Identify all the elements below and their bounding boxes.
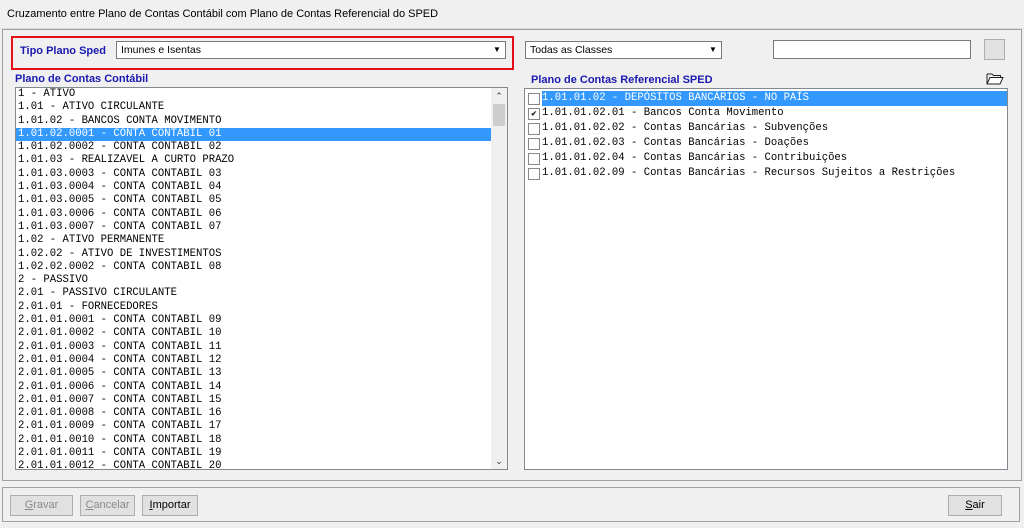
list-item[interactable]: 1.01.01.02.04 - Contas Bancárias - Contr…: [525, 151, 1007, 166]
gravar-label: ravar: [33, 499, 59, 511]
item-label: 1.01.01.02 - DEPÓSITOS BANCÁRIOS - NO PA…: [542, 91, 1007, 106]
item-label: 1.01.01.02.03 - Contas Bancárias - Doaçõ…: [542, 137, 810, 149]
checkbox[interactable]: [528, 167, 540, 180]
importar-label: mportar: [152, 499, 191, 511]
checkbox[interactable]: [528, 92, 540, 105]
list-item[interactable]: 2.01 - PASSIVO CIRCULANTE: [16, 287, 507, 300]
list-item[interactable]: 1.01.01.02 - DEPÓSITOS BANCÁRIOS - NO PA…: [525, 91, 1007, 106]
list-item[interactable]: 1.01.03.0006 - CONTA CONTABIL 06: [16, 208, 507, 221]
right-sped-rows: 1.01.01.02 - DEPÓSITOS BANCÁRIOS - NO PA…: [525, 89, 1007, 181]
list-item[interactable]: 1.01.02.0001 - CONTA CONTABIL 01: [16, 127, 507, 142]
list-item[interactable]: 1.01.01.02.03 - Contas Bancárias - Doaçõ…: [525, 136, 1007, 151]
chevron-down-icon[interactable]: ▼: [706, 43, 720, 57]
list-item[interactable]: 1.02.02 - ATIVO DE INVESTIMENTOS: [16, 248, 507, 261]
right-sped-list[interactable]: 1.01.01.02 - DEPÓSITOS BANCÁRIOS - NO PA…: [524, 88, 1008, 470]
list-item[interactable]: 2 - PASSIVO: [16, 274, 507, 287]
window-title: Cruzamento entre Plano de Contas Contábi…: [7, 8, 439, 20]
list-item[interactable]: 2.01.01.0008 - CONTA CONTABIL 16: [16, 407, 507, 420]
sair-label: air: [972, 499, 985, 511]
sair-accel: S: [965, 499, 973, 511]
left-accounts-list[interactable]: 1 - ATIVO 1.01 - ATIVO CIRCULANTE 1.01.02 …: [15, 87, 508, 470]
list-item[interactable]: 2.01.01.0010 - CONTA CONTABIL 18: [16, 434, 507, 447]
list-item[interactable]: 1.01.03.0005 - CONTA CONTABIL 05: [16, 194, 507, 207]
list-item[interactable]: 2.01.01.0011 - CONTA CONTABIL 19: [16, 447, 507, 460]
scroll-down-icon[interactable]: ⌄: [491, 453, 507, 469]
list-item[interactable]: 1.01.03.0004 - CONTA CONTABIL 04: [16, 181, 507, 194]
tipo-plano-label: Tipo Plano Sped: [20, 45, 106, 57]
search-button[interactable]: [984, 39, 1005, 60]
chevron-down-icon[interactable]: ▼: [490, 43, 504, 57]
list-item[interactable]: 2.01.01.0005 - CONTA CONTABIL 13: [16, 367, 507, 380]
list-item[interactable]: 2.01.01.0004 - CONTA CONTABIL 12: [16, 354, 507, 367]
cancelar-button[interactable]: Cancelar: [80, 495, 135, 516]
list-item[interactable]: 2.01.01.0007 - CONTA CONTABIL 15: [16, 394, 507, 407]
classes-select[interactable]: Todas as Classes ▼: [525, 41, 722, 59]
item-label: 1.01.01.02.02 - Contas Bancárias - Subve…: [542, 122, 829, 134]
item-label: 1.01.01.02.04 - Contas Bancárias - Contr…: [542, 152, 848, 164]
list-item[interactable]: 1.01.03 - REALIZAVEL A CURTO PRAZO: [16, 154, 507, 167]
list-item[interactable]: 1.01.01.02.02 - Contas Bancárias - Subve…: [525, 121, 1007, 136]
list-item[interactable]: 2.01.01.0009 - CONTA CONTABIL 17: [16, 420, 507, 433]
list-item[interactable]: 1.01.01.02.09 - Contas Bancárias - Recur…: [525, 166, 1007, 181]
left-accounts-rows: 1 - ATIVO 1.01 - ATIVO CIRCULANTE 1.01.02 …: [16, 88, 507, 469]
list-item[interactable]: ✔ 1.01.01.02.01 - Bancos Conta Movimento: [525, 106, 1007, 121]
cancelar-label: ancelar: [93, 499, 130, 511]
checkbox[interactable]: [528, 137, 540, 150]
sair-button[interactable]: Sair: [948, 495, 1002, 516]
checkbox[interactable]: ✔: [528, 107, 540, 120]
list-item[interactable]: 2.01.01.0001 - CONTA CONTABIL 09: [16, 314, 507, 327]
list-item[interactable]: 2.01.01 - FORNECEDORES: [16, 301, 507, 314]
search-input[interactable]: [773, 40, 971, 59]
list-item[interactable]: 1.01.02.0002 - CONTA CONTABIL 02: [16, 141, 507, 154]
right-list-header: Plano de Contas Referencial SPED: [531, 74, 713, 86]
classes-value: Todas as Classes: [530, 44, 613, 56]
list-item[interactable]: 1.02 - ATIVO PERMANENTE: [16, 234, 507, 247]
item-label: 1.01.01.02.09 - Contas Bancárias - Recur…: [542, 167, 956, 179]
checkbox[interactable]: [528, 122, 540, 135]
list-item[interactable]: 1.01.03.0003 - CONTA CONTABIL 03: [16, 168, 507, 181]
importar-button[interactable]: Importar: [142, 495, 198, 516]
list-item[interactable]: 1.02.02.0002 - CONTA CONTABIL 08: [16, 261, 507, 274]
open-folder-icon[interactable]: [986, 72, 1004, 86]
item-label: 1.01.01.02.01 - Bancos Conta Movimento: [542, 107, 784, 119]
list-item[interactable]: 2.01.01.0002 - CONTA CONTABIL 10: [16, 327, 507, 340]
gravar-button[interactable]: Gravar: [10, 495, 73, 516]
tipo-plano-value: Imunes e Isentas: [121, 44, 201, 56]
list-item[interactable]: 2.01.01.0003 - CONTA CONTABIL 11: [16, 341, 507, 354]
list-item[interactable]: 1.01.02 - BANCOS CONTA MOVIMENTO: [16, 115, 507, 128]
list-item[interactable]: 2.01.01.0012 - CONTA CONTABIL 20: [16, 460, 507, 469]
vertical-scrollbar[interactable]: ⌃ ⌄: [491, 88, 507, 469]
list-item[interactable]: 1 - ATIVO: [16, 88, 507, 101]
scroll-up-icon[interactable]: ⌃: [491, 88, 507, 104]
checkbox[interactable]: [528, 152, 540, 165]
scroll-thumb[interactable]: [493, 104, 505, 126]
gravar-accel: G: [24, 499, 34, 511]
tipo-plano-select[interactable]: Imunes e Isentas ▼: [116, 41, 506, 59]
list-item[interactable]: 2.01.01.0006 - CONTA CONTABIL 14: [16, 381, 507, 394]
title-bar: Cruzamento entre Plano de Contas Contábi…: [0, 0, 1024, 29]
list-item[interactable]: 1.01.03.0007 - CONTA CONTABIL 07: [16, 221, 507, 234]
list-item[interactable]: 1.01 - ATIVO CIRCULANTE: [16, 101, 507, 114]
left-list-header: Plano de Contas Contábil: [15, 73, 149, 85]
